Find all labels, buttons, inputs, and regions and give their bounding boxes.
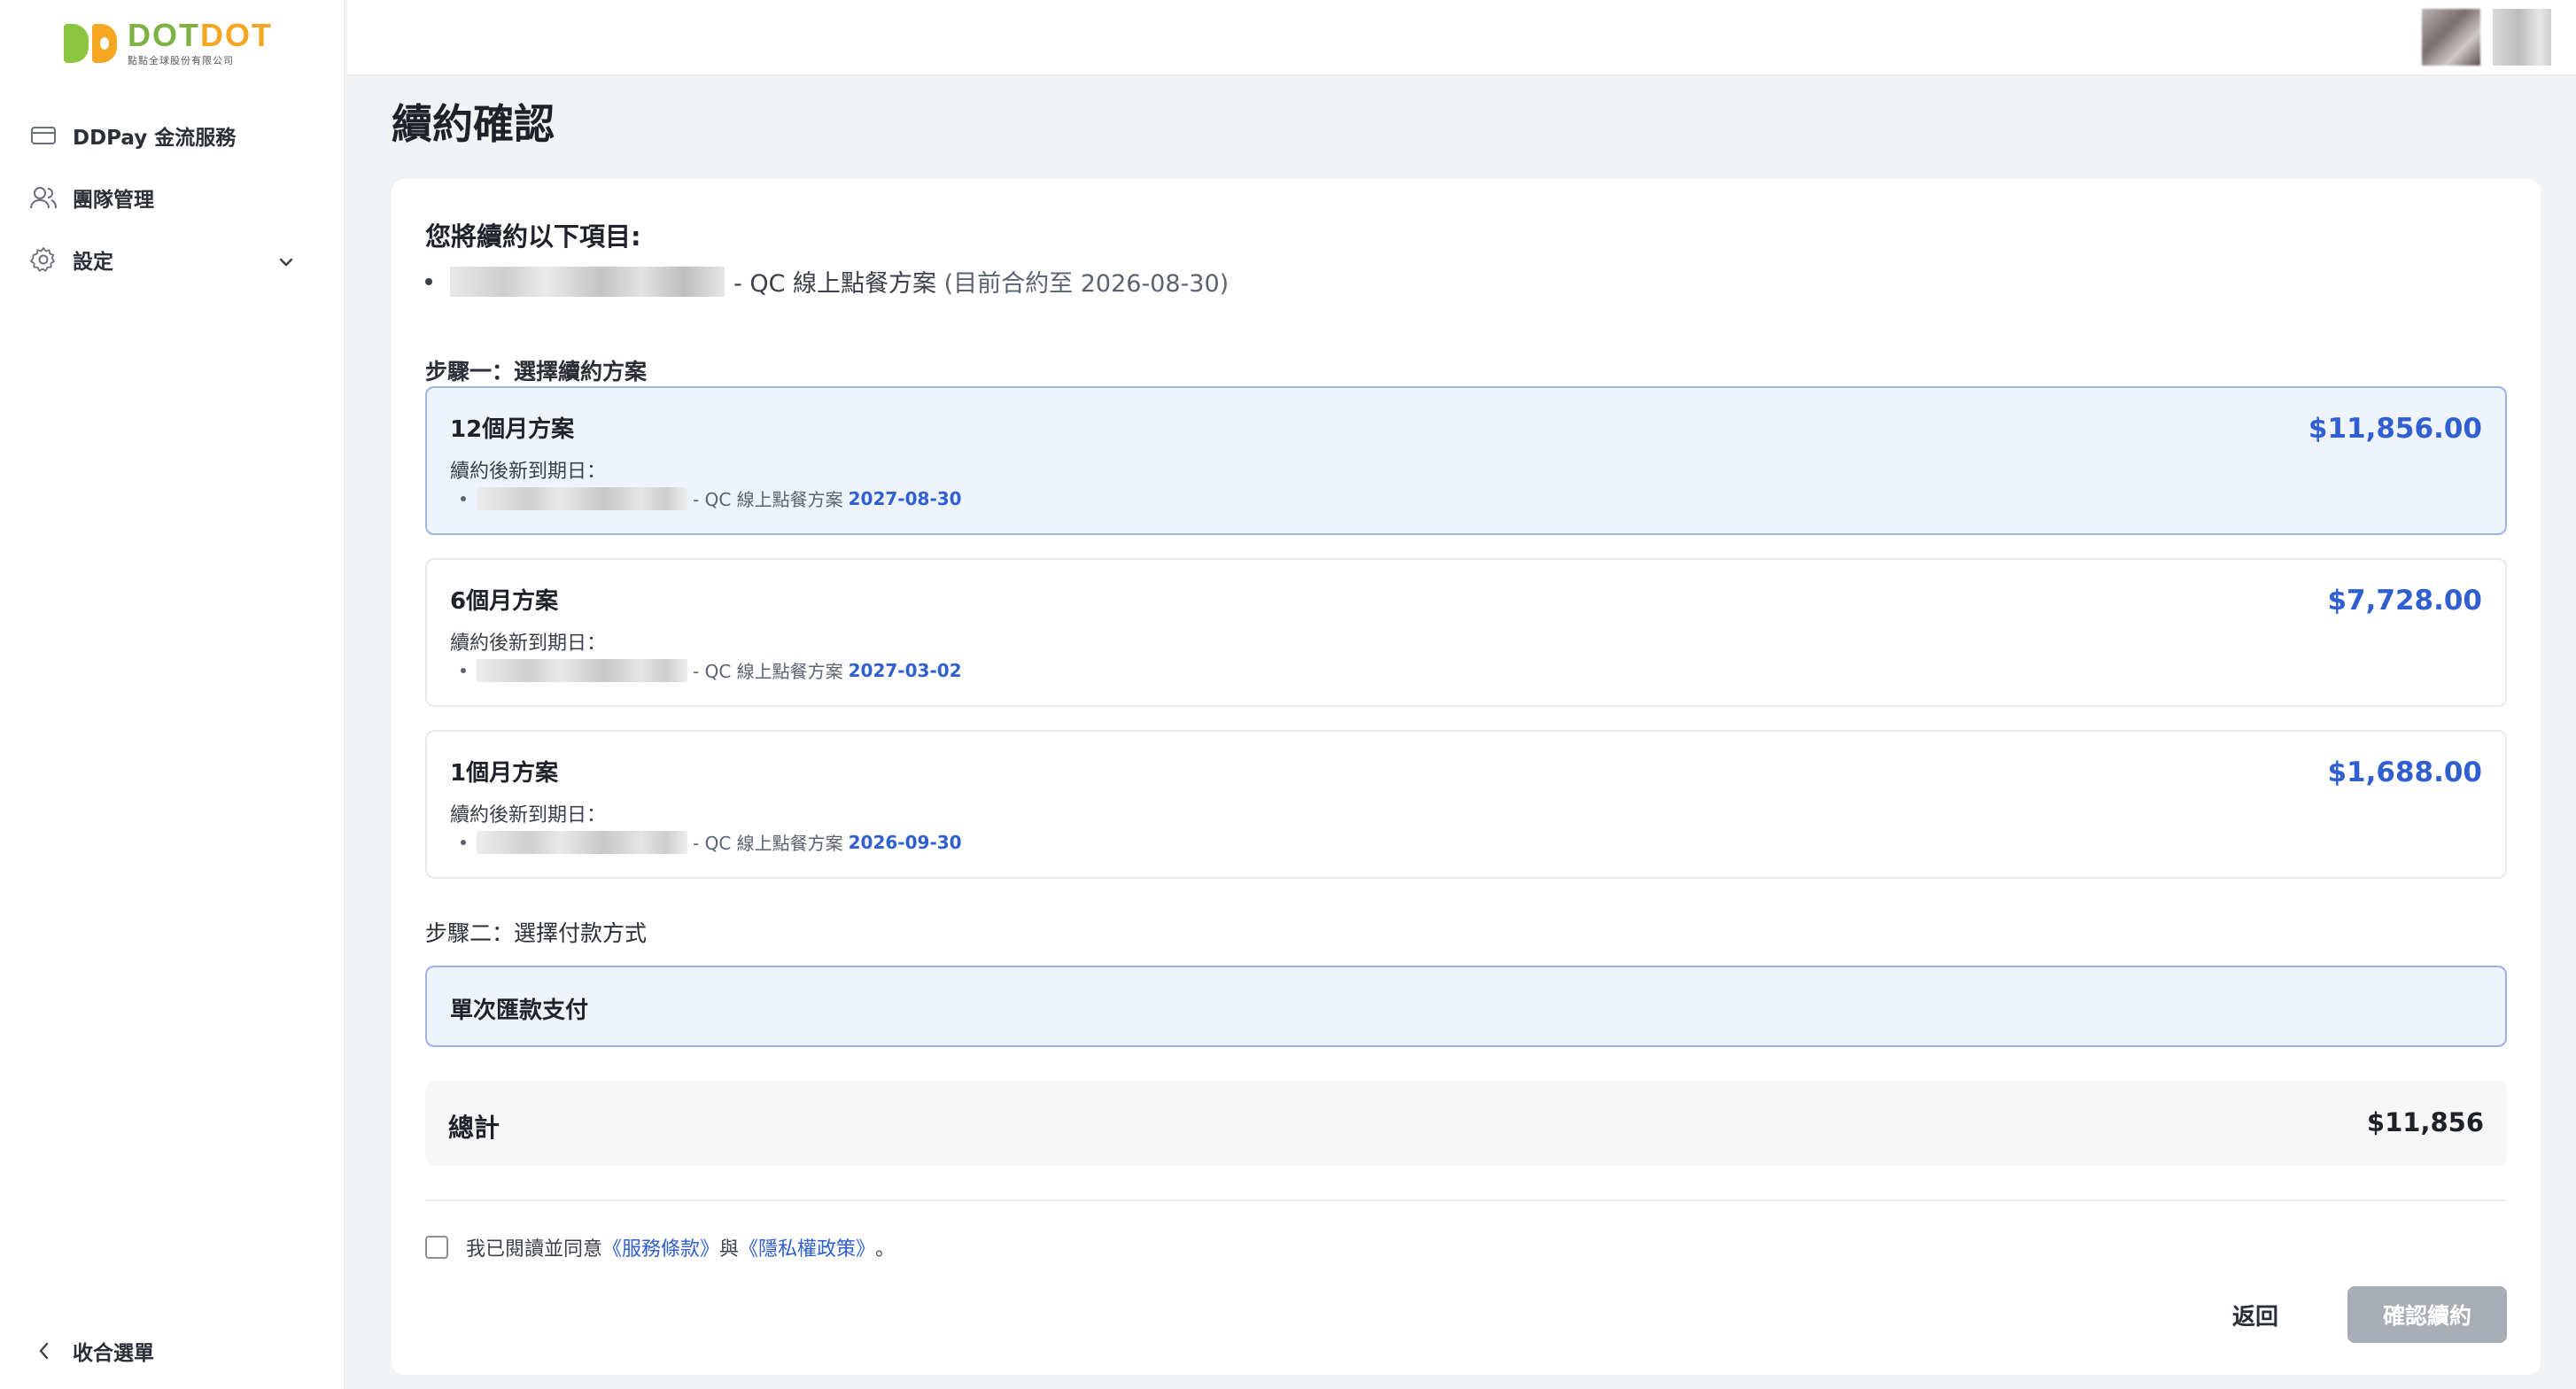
agree-suffix: 。 (875, 1238, 896, 1261)
agree-and: 與 (719, 1238, 740, 1261)
new-due-label: 續約後新到期日： (450, 632, 607, 655)
plan-due-date: 2026-09-30 (848, 831, 962, 853)
user-menu[interactable] (2422, 9, 2551, 66)
plan-due-row: - QC 線上點餐方案 2026-09-30 (461, 829, 962, 855)
terms-agreement: 我已閱讀並同意 《服務條款》 與 《隱私權政策》 。 (425, 1233, 895, 1261)
step2-label: 步驟二：選擇付款方式 (425, 920, 648, 946)
redacted-store-name (477, 658, 687, 682)
step1-label: 步驟一：選擇續約方案 (425, 359, 648, 384)
credit-card-icon (28, 120, 58, 151)
total-value: $11,856 (2366, 1107, 2484, 1137)
total-row: 總計 $11,856 (425, 1081, 2507, 1166)
back-button[interactable]: 返回 (2211, 1288, 2300, 1341)
user-name-blurred[interactable] (2493, 9, 2551, 66)
collapse-menu-button[interactable]: 收合選單 (28, 1329, 154, 1373)
sidebar-item-label: 團隊管理 (73, 189, 154, 212)
plan-item-text: - QC 線上點餐方案 (693, 833, 843, 854)
new-due-label: 續約後新到期日： (450, 461, 607, 483)
terms-link[interactable]: 《服務條款》 (602, 1233, 719, 1261)
plan-name: 6個月方案 (450, 588, 559, 615)
sidebar-nav: DDPay 金流服務 團隊管理 設定 (0, 105, 344, 291)
plan-option-1-month[interactable]: 1個月方案 $1,688.00 續約後新到期日： - QC 線上點餐方案 202… (425, 730, 2507, 879)
redacted-store-name (450, 266, 725, 297)
payment-option-single-transfer[interactable]: 單次匯款支付 (425, 966, 2507, 1047)
plan-name: 1個月方案 (450, 760, 559, 787)
plan-due-date: 2027-08-30 (848, 487, 962, 509)
divider (425, 1199, 2507, 1201)
collapse-menu-label: 收合選單 (73, 1342, 154, 1365)
agree-checkbox[interactable] (425, 1236, 448, 1259)
total-label: 總計 (448, 1113, 500, 1143)
plan-due-row: - QC 線上點餐方案 2027-08-30 (461, 485, 962, 511)
sidebar-item-label: DDPay 金流服務 (73, 127, 237, 150)
plan-option-12-months[interactable]: 12個月方案 $11,856.00 續約後新到期日： - QC 線上點餐方案 2… (425, 386, 2507, 535)
page-title: 續約確認 (392, 100, 555, 148)
plan-due-date: 2027-03-02 (848, 659, 962, 681)
privacy-link[interactable]: 《隱私權政策》 (739, 1233, 875, 1261)
confirm-renewal-button[interactable]: 確認續約 (2347, 1286, 2507, 1343)
sidebar-item-settings[interactable]: 設定 (0, 229, 344, 291)
gear-icon (28, 244, 58, 275)
renew-item-current: (目前合約至 2026-08-30) (943, 270, 1230, 298)
redacted-store-name (477, 486, 687, 510)
logo-mark (64, 24, 119, 63)
plan-item-text: - QC 線上點餐方案 (693, 489, 843, 510)
plan-price: $1,688.00 (2327, 757, 2482, 788)
plan-price: $11,856.00 (2308, 413, 2482, 445)
sidebar-item-team[interactable]: 團隊管理 (0, 167, 344, 229)
new-due-label: 續約後新到期日： (450, 804, 607, 826)
logo-subtitle: 點點全球股份有限公司 (128, 55, 234, 66)
agree-prefix: 我已閱讀並同意 (466, 1238, 603, 1261)
sidebar-item-label: 設定 (73, 251, 113, 274)
users-icon (28, 182, 58, 213)
redacted-store-name (477, 830, 687, 854)
sidebar-item-ddpay[interactable]: DDPay 金流服務 (0, 105, 344, 167)
payment-method-label: 單次匯款支付 (450, 997, 589, 1024)
renew-item-plan: - QC 線上點餐方案 (733, 270, 937, 298)
plan-price: $7,728.00 (2327, 585, 2482, 617)
plan-name: 12個月方案 (450, 416, 575, 443)
plan-due-row: - QC 線上點餐方案 2027-03-02 (461, 657, 962, 683)
logo-title: DOTDOT (128, 17, 273, 53)
plan-option-6-months[interactable]: 6個月方案 $7,728.00 續約後新到期日： - QC 線上點餐方案 202… (425, 558, 2507, 707)
renew-item: - QC 線上點餐方案 (目前合約至 2026-08-30) (425, 264, 1229, 299)
company-logo[interactable]: DOTDOT 點點全球股份有限公司 (64, 19, 273, 67)
renew-items-heading: 您將續約以下項目: (425, 221, 641, 252)
top-bar (347, 0, 2576, 76)
renewal-card: 您將續約以下項目: - QC 線上點餐方案 (目前合約至 2026-08-30)… (392, 179, 2541, 1375)
sidebar: DOTDOT 點點全球股份有限公司 DDPay 金流服務 團隊管理 設定 收合選… (0, 0, 345, 1389)
chevron-down-icon[interactable] (278, 250, 294, 273)
plan-item-text: - QC 線上點餐方案 (693, 661, 843, 682)
chevron-left-icon (28, 1341, 58, 1361)
avatar[interactable] (2422, 9, 2480, 66)
